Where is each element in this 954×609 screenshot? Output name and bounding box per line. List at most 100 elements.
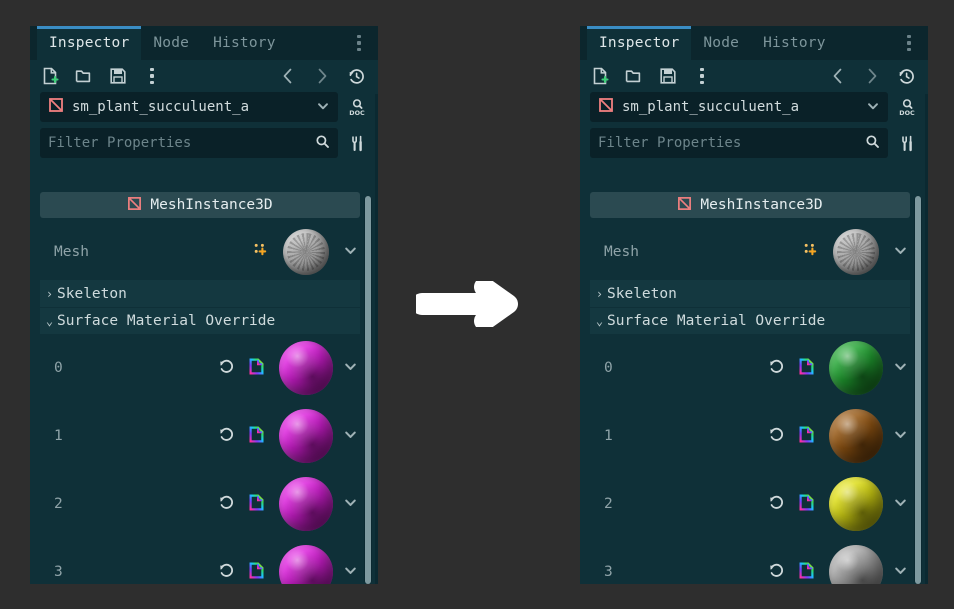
chevron-down-icon[interactable]	[343, 427, 358, 446]
property-row-mesh[interactable]: Mesh	[590, 224, 910, 280]
section-skeleton[interactable]: › Skeleton	[590, 280, 910, 307]
resource-file-icon[interactable]	[798, 426, 815, 447]
resource-file-icon[interactable]	[248, 358, 265, 379]
history-clock-icon[interactable]	[346, 66, 366, 86]
open-folder-icon[interactable]	[624, 66, 644, 86]
save-icon[interactable]	[108, 66, 128, 86]
chevron-down-icon[interactable]	[316, 98, 330, 117]
chevron-down-icon[interactable]	[893, 563, 908, 582]
tab-overflow-menu-icon[interactable]	[898, 26, 920, 60]
revert-icon[interactable]	[767, 493, 786, 516]
chevron-down-icon[interactable]	[343, 495, 358, 514]
tab-history[interactable]: History	[201, 26, 288, 60]
material-preview-sphere[interactable]	[279, 477, 333, 531]
resource-file-icon[interactable]	[798, 358, 815, 379]
tab-inspector[interactable]: Inspector	[37, 26, 142, 60]
scrollbar-thumb[interactable]	[915, 196, 921, 584]
filter-input[interactable]: Filter Properties	[48, 135, 307, 151]
filter-input[interactable]: Filter Properties	[598, 135, 857, 151]
new-resource-icon[interactable]	[40, 66, 60, 86]
class-header[interactable]: MeshInstance3D	[40, 192, 360, 218]
vertical-scrollbar[interactable]	[364, 196, 372, 584]
tab-overflow-menu-icon[interactable]	[348, 26, 370, 60]
revert-icon[interactable]	[767, 425, 786, 448]
filter-properties-field[interactable]: Filter Properties	[590, 128, 888, 158]
tab-bar: Inspector Node History	[30, 26, 378, 60]
chevron-down-icon[interactable]	[343, 243, 358, 262]
material-preview-sphere[interactable]	[279, 409, 333, 463]
search-icon[interactable]	[315, 134, 330, 153]
history-back-icon[interactable]	[828, 66, 848, 86]
revert-icon[interactable]	[217, 425, 236, 448]
vertical-scrollbar[interactable]	[914, 196, 922, 584]
filter-properties-field[interactable]: Filter Properties	[40, 128, 338, 158]
material-slot-row[interactable]: 1	[590, 402, 910, 470]
node-selector[interactable]: sm_plant_succuluent_a	[40, 92, 338, 122]
node-name-value: sm_plant_succuluent_a	[622, 99, 800, 115]
open-folder-icon[interactable]	[74, 66, 94, 86]
chevron-down-icon[interactable]	[343, 563, 358, 582]
new-resource-icon[interactable]	[590, 66, 610, 86]
material-slot-row[interactable]: 0	[590, 334, 910, 402]
material-slot-row[interactable]: 2	[40, 470, 360, 538]
mesh-preview-thumbnail[interactable]	[833, 229, 879, 275]
save-icon[interactable]	[658, 66, 678, 86]
section-skeleton[interactable]: › Skeleton	[40, 280, 360, 307]
resource-file-icon[interactable]	[248, 562, 265, 583]
animation-key-icon[interactable]	[251, 240, 271, 264]
class-header[interactable]: MeshInstance3D	[590, 192, 910, 218]
material-preview-sphere[interactable]	[829, 477, 883, 531]
material-preview-sphere[interactable]	[279, 341, 333, 395]
material-slot-row[interactable]: 0	[40, 334, 360, 402]
history-forward-icon[interactable]	[312, 66, 332, 86]
tab-label: Node	[153, 35, 190, 51]
material-preview-sphere[interactable]	[829, 545, 883, 584]
material-slot-row[interactable]: 1	[40, 402, 360, 470]
history-back-icon[interactable]	[278, 66, 298, 86]
revert-icon[interactable]	[217, 561, 236, 584]
chevron-down-icon[interactable]	[893, 243, 908, 262]
chevron-down-icon[interactable]	[866, 98, 880, 117]
node-selector[interactable]: sm_plant_succuluent_a	[590, 92, 888, 122]
object-tools-icon[interactable]	[346, 130, 368, 156]
revert-icon[interactable]	[217, 357, 236, 380]
object-tools-icon[interactable]	[896, 130, 918, 156]
material-slot-row[interactable]: 2	[590, 470, 910, 538]
material-preview-sphere[interactable]	[829, 409, 883, 463]
open-documentation-icon[interactable]: DOC	[896, 94, 918, 120]
history-clock-icon[interactable]	[896, 66, 916, 86]
resource-file-icon[interactable]	[248, 494, 265, 515]
more-options-icon[interactable]	[692, 66, 712, 86]
chevron-down-icon[interactable]	[343, 359, 358, 378]
material-slot-row[interactable]: 3	[590, 538, 910, 584]
chevron-down-icon[interactable]	[893, 359, 908, 378]
tab-node[interactable]: Node	[691, 26, 751, 60]
scrollbar-thumb[interactable]	[365, 196, 371, 584]
revert-icon[interactable]	[767, 357, 786, 380]
mesh-preview-thumbnail[interactable]	[283, 229, 329, 275]
property-row-mesh[interactable]: Mesh	[40, 224, 360, 280]
material-preview-sphere[interactable]	[279, 545, 333, 584]
more-options-icon[interactable]	[142, 66, 162, 86]
resource-file-icon[interactable]	[798, 562, 815, 583]
resource-file-icon[interactable]	[798, 494, 815, 515]
material-preview-sphere[interactable]	[829, 341, 883, 395]
section-surface-material-override[interactable]: ⌄ Surface Material Override	[590, 307, 910, 334]
material-slot-row[interactable]: 3	[40, 538, 360, 584]
panel-right-edge	[925, 94, 928, 584]
tab-node[interactable]: Node	[141, 26, 201, 60]
chevron-right-icon: ›	[595, 286, 604, 301]
chevron-down-icon[interactable]	[893, 495, 908, 514]
tab-history[interactable]: History	[751, 26, 838, 60]
section-surface-material-override[interactable]: ⌄ Surface Material Override	[40, 307, 360, 334]
tab-inspector[interactable]: Inspector	[587, 26, 692, 60]
chevron-down-icon[interactable]	[893, 427, 908, 446]
history-forward-icon[interactable]	[862, 66, 882, 86]
resource-file-icon[interactable]	[248, 426, 265, 447]
animation-key-icon[interactable]	[801, 240, 821, 264]
search-icon[interactable]	[865, 134, 880, 153]
open-documentation-icon[interactable]: DOC	[346, 94, 368, 120]
revert-icon[interactable]	[767, 561, 786, 584]
revert-icon[interactable]	[217, 493, 236, 516]
tab-label: History	[213, 35, 276, 51]
